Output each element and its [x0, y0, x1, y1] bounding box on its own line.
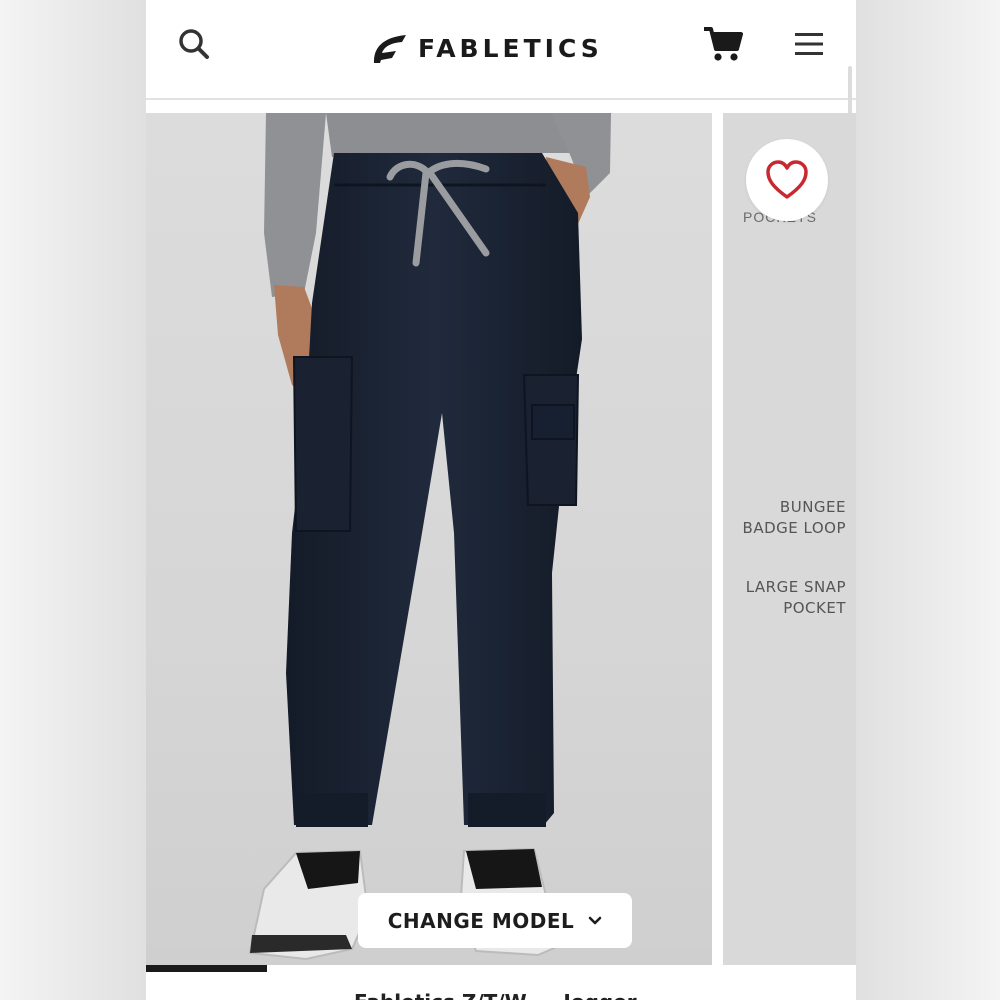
- product-image-main[interactable]: [146, 113, 712, 965]
- callout-line: BADGE LOOP: [742, 519, 846, 537]
- callout-line: LARGE SNAP: [745, 578, 846, 596]
- gallery-progress-fill: [146, 965, 267, 972]
- callout-line: POCKET: [783, 599, 846, 617]
- search-button[interactable]: [174, 24, 214, 64]
- callout-line: BUNGEE: [779, 498, 846, 516]
- background-right: [856, 0, 1000, 1000]
- menu-button[interactable]: [789, 24, 829, 64]
- callout-bungee-badge-loop: BUNGEE BADGE LOOP: [743, 497, 846, 539]
- product-image-secondary[interactable]: POCKETS BUNGEE BADGE LOOP LARGE SNAP POC…: [723, 113, 856, 965]
- change-model-button[interactable]: CHANGE MODEL: [358, 893, 632, 948]
- gallery-progress-bar: [146, 965, 856, 972]
- model-pants-image: [248, 113, 611, 961]
- mobile-page: FABLETICS BUNGEE BADGE LOOP LARGE SNAP P…: [146, 0, 856, 1000]
- brand-name: FABLETICS: [418, 33, 603, 63]
- change-model-label: CHANGE MODEL: [387, 908, 575, 933]
- search-icon: [179, 29, 209, 59]
- brand-logo-mark-icon: [374, 35, 406, 63]
- cart-button[interactable]: [701, 22, 745, 66]
- product-title: Fabletics Z/T/W ... Jogger: [354, 990, 637, 1000]
- heart-outline-icon: [766, 160, 808, 199]
- background-left: [0, 0, 146, 1000]
- brand-logo[interactable]: FABLETICS: [372, 28, 603, 68]
- chevron-down-icon: [588, 916, 602, 924]
- favorite-button[interactable]: [746, 139, 828, 221]
- hamburger-menu-icon: [795, 33, 823, 55]
- site-header: FABLETICS: [146, 0, 856, 100]
- cart-icon: [704, 27, 743, 61]
- callout-large-snap-pocket: LARGE SNAP POCKET: [746, 577, 846, 619]
